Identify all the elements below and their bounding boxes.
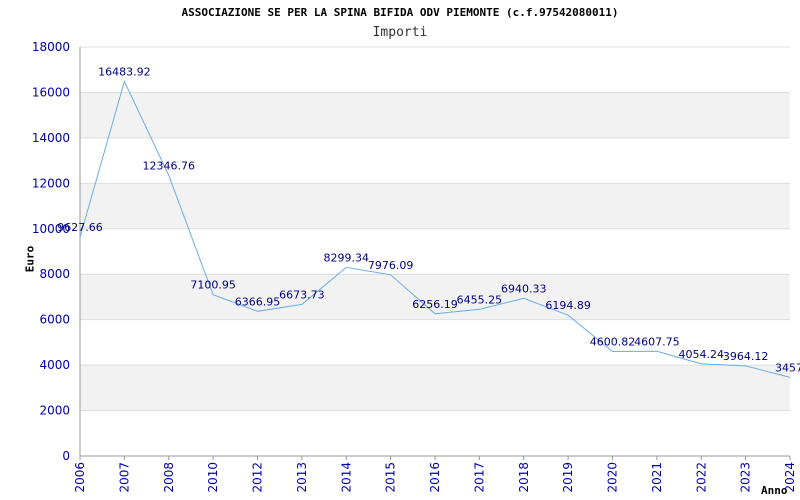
x-tick-label: 2022 — [694, 462, 708, 493]
x-tick-labels: 2006 2007 2008 2010 2012 2013 2014 2015 2016 2017… — [73, 456, 797, 493]
x-tick-label: 2012 — [251, 462, 265, 493]
x-tick-label: 2021 — [650, 462, 664, 493]
data-label: 6940.33 — [501, 282, 547, 295]
data-label: 8299.34 — [324, 251, 370, 264]
y-tick-label: 12000 — [32, 176, 70, 190]
data-label: 3964.12 — [723, 350, 769, 363]
data-label: 6194.89 — [545, 299, 591, 312]
data-label: 16483.92 — [98, 65, 151, 78]
x-tick-label: 2014 — [339, 462, 353, 493]
y-tick-label: 16000 — [32, 85, 70, 99]
data-label: 6366.95 — [235, 295, 281, 308]
y-tick-label: 0 — [62, 449, 70, 463]
x-tick-label: 2010 — [206, 462, 220, 493]
data-label: 6673.73 — [279, 288, 325, 301]
y-tick-label: 4000 — [39, 358, 70, 372]
x-axis-label: Anno — [761, 484, 788, 497]
x-tick-label: 2018 — [517, 462, 531, 493]
data-label: 4054.24 — [679, 348, 725, 361]
x-tick-label: 2006 — [73, 462, 87, 493]
x-tick-label: 2007 — [117, 462, 131, 493]
x-tick-label: 2016 — [428, 462, 442, 493]
grid-band — [80, 92, 790, 138]
y-tick-label: 18000 — [32, 40, 70, 54]
x-tick-label: 2020 — [606, 462, 620, 493]
x-tick-label: 2013 — [295, 462, 309, 493]
y-tick-labels: 0200040006000800010000120001400016000180… — [32, 40, 70, 463]
data-label: 6455.25 — [457, 293, 503, 306]
x-tick-label: 2023 — [739, 462, 753, 493]
y-tick-label: 14000 — [32, 131, 70, 145]
data-label: 4607.75 — [634, 335, 680, 348]
y-axis-label: Euro — [23, 245, 37, 273]
line-chart: 0200040006000800010000120001400016000180… — [32, 40, 800, 493]
data-label: 12346.76 — [143, 159, 196, 172]
grid-band — [80, 365, 790, 411]
data-label: 3457.12 — [775, 361, 800, 374]
x-tick-label: 2017 — [472, 462, 486, 493]
x-tick-label: 2019 — [561, 462, 575, 493]
y-tick-label: 2000 — [39, 404, 70, 418]
data-label: 6256.19 — [412, 298, 458, 311]
y-tick-label: 6000 — [39, 313, 70, 327]
x-tick-label: 2008 — [162, 462, 176, 493]
x-tick-label: 2015 — [384, 462, 398, 493]
data-label: 4600.82 — [590, 335, 636, 348]
data-label: 9627.66 — [57, 221, 103, 234]
data-label: 7100.95 — [190, 279, 236, 292]
data-label: 7976.09 — [368, 259, 414, 272]
grid-bands — [80, 92, 790, 411]
y-tick-label: 8000 — [39, 267, 70, 281]
